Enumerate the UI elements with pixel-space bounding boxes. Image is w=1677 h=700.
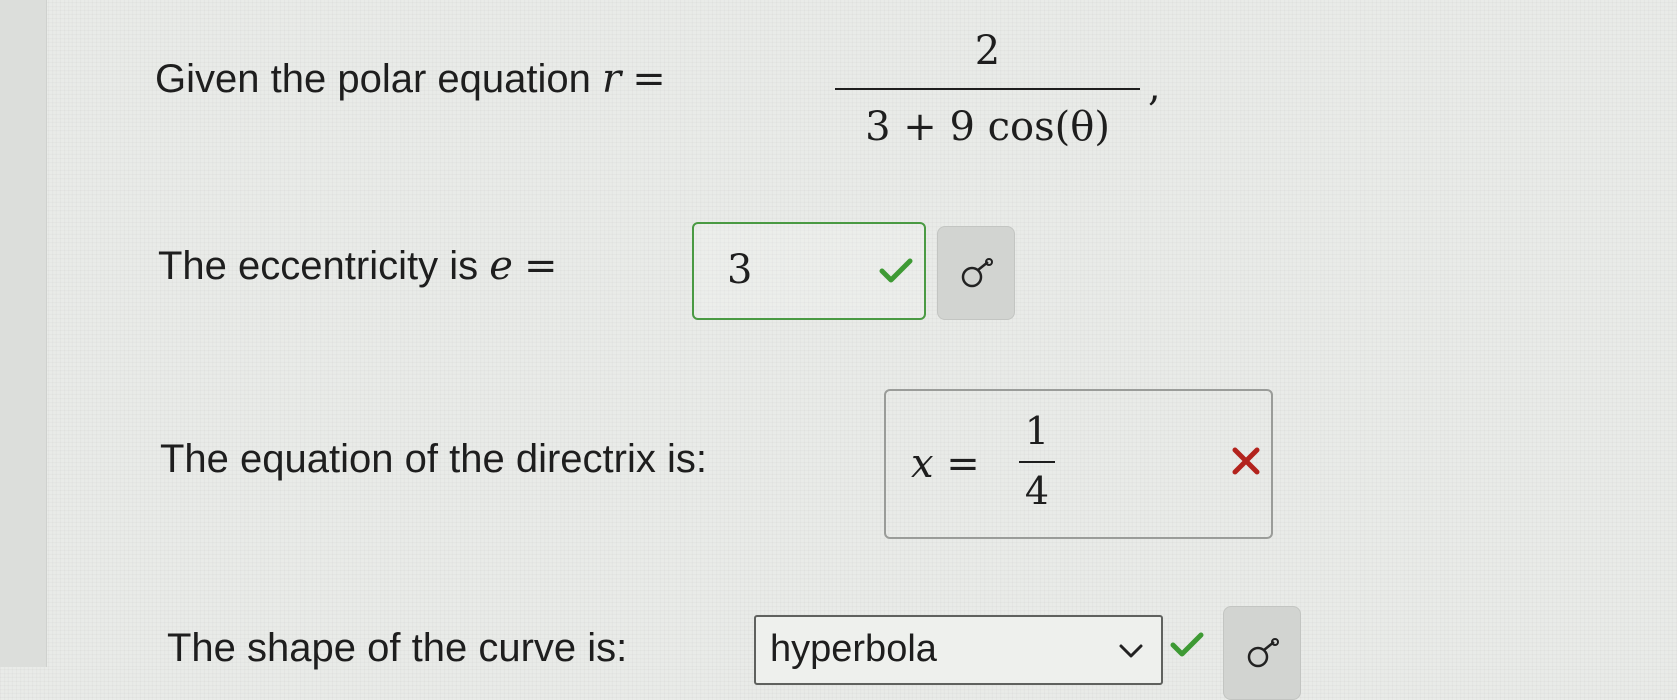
shape-select[interactable]: hyperbola bbox=[754, 615, 1163, 685]
x-mark-icon bbox=[1231, 446, 1261, 481]
shape-row: The shape of the curve is: bbox=[167, 626, 627, 671]
directrix-numerator: 1 bbox=[1024, 409, 1050, 453]
shape-label: The shape of the curve is: bbox=[167, 626, 628, 670]
directrix-denominator: 4 bbox=[1024, 469, 1050, 513]
chevron-down-icon bbox=[1118, 643, 1144, 664]
shape-preview-button[interactable] bbox=[1223, 606, 1301, 700]
equals-sign: = bbox=[524, 243, 558, 289]
eccentricity-row: The eccentricity is e = bbox=[158, 243, 558, 289]
fraction-bar bbox=[1019, 461, 1055, 463]
question-prompt: Given the polar equation r = bbox=[155, 56, 666, 102]
fraction-bar bbox=[835, 88, 1140, 90]
shape-selected-value: hyperbola bbox=[770, 628, 937, 670]
directrix-expression: x = 1 4 bbox=[911, 391, 1111, 537]
eccentricity-label: The eccentricity is bbox=[158, 244, 479, 288]
checkmark-icon bbox=[1170, 632, 1204, 658]
comma: , bbox=[1148, 64, 1161, 110]
fraction-denominator: 3 + 9 cos(θ) bbox=[865, 104, 1110, 150]
fraction-numerator: 2 bbox=[974, 28, 1001, 74]
directrix-fraction: 1 4 bbox=[1019, 409, 1055, 519]
directrix-row: The equation of the directrix is: bbox=[160, 437, 707, 482]
eccentricity-value: 3 bbox=[727, 247, 753, 293]
eccentricity-preview-button[interactable] bbox=[937, 226, 1015, 320]
preview-icon bbox=[1247, 638, 1279, 668]
e-variable: e bbox=[489, 243, 513, 289]
r-variable: r bbox=[601, 56, 622, 102]
intro-text: Given the polar equation bbox=[155, 57, 591, 101]
equals-sign: = bbox=[632, 56, 666, 102]
directrix-lhs: x = bbox=[911, 441, 980, 487]
equation-fraction: 2 3 + 9 cos(θ) bbox=[835, 28, 1140, 168]
checkmark-icon bbox=[879, 258, 913, 284]
eccentricity-answer-field[interactable]: 3 bbox=[692, 222, 926, 320]
directrix-answer-field[interactable]: x = 1 4 bbox=[884, 389, 1273, 539]
directrix-label: The equation of the directrix is: bbox=[160, 437, 707, 481]
left-panel-edge bbox=[0, 0, 47, 667]
preview-icon bbox=[961, 258, 993, 288]
